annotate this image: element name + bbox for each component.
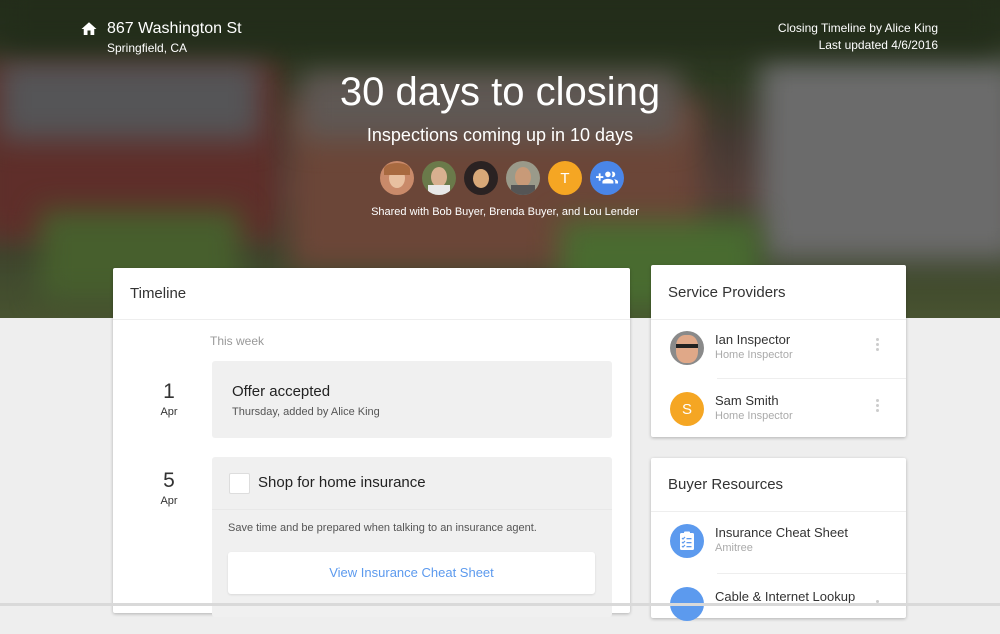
- resource-name: Cable & Internet Lookup: [715, 589, 856, 604]
- provider-avatar: [670, 331, 704, 365]
- avatar[interactable]: [464, 161, 498, 195]
- avatar[interactable]: [506, 161, 540, 195]
- event-subtitle: Thursday, added by Alice King: [232, 406, 380, 418]
- timeline-meta: Closing Timeline by Alice King Last upda…: [778, 20, 938, 54]
- timeline-author: Closing Timeline by Alice King: [777, 21, 938, 35]
- event-date: 1 Apr: [160, 380, 178, 418]
- avatar-initial[interactable]: T: [548, 161, 582, 195]
- event-shop-insurance: Shop for home insurance Save time and be…: [212, 457, 612, 617]
- inspections-subtitle: Inspections coming up in 10 days: [366, 125, 634, 145]
- avatar[interactable]: [422, 161, 456, 195]
- add-people-icon: [596, 171, 618, 184]
- resources-title: Buyer Resources: [651, 458, 906, 512]
- timeline-card: Timeline This week 1 Apr Offer accepted …: [113, 268, 630, 617]
- resource-item[interactable]: Insurance Cheat Sheet Amitree: [651, 511, 906, 571]
- event-title: Shop for home insurance: [258, 474, 426, 491]
- provider-item[interactable]: S Sam Smith Home Inspector: [651, 379, 906, 439]
- service-providers-card: Service Providers Ian Inspector Home Ins…: [651, 265, 906, 437]
- buyer-resources-card: Buyer Resources Insurance Cheat Sheet Am…: [651, 458, 906, 621]
- resource-icon-circle: [670, 524, 704, 558]
- provider-name: Ian Inspector: [715, 332, 791, 347]
- shared-avatars: T: [380, 161, 632, 195]
- avatar[interactable]: [380, 161, 414, 195]
- task-checkbox[interactable]: [229, 473, 250, 494]
- resource-source: Amitree: [715, 542, 753, 554]
- shared-with-text: Shared with Bob Buyer, Brenda Buyer, and…: [371, 206, 639, 218]
- more-options-icon[interactable]: [875, 338, 881, 353]
- event-date: 5 Apr: [160, 469, 178, 507]
- provider-name: Sam Smith: [715, 393, 779, 408]
- provider-item[interactable]: Ian Inspector Home Inspector: [651, 318, 906, 378]
- address-block: 867 Washington St Springfield, CA: [80, 20, 242, 55]
- resource-name: Insurance Cheat Sheet: [715, 525, 848, 540]
- event-offer-accepted[interactable]: Offer accepted Thursday, added by Alice …: [212, 361, 612, 438]
- view-cheat-sheet-button[interactable]: View Insurance Cheat Sheet: [228, 552, 595, 594]
- more-options-icon[interactable]: [875, 399, 881, 414]
- provider-avatar: S: [670, 392, 704, 426]
- address-city: Springfield, CA: [107, 41, 188, 55]
- provider-role: Home Inspector: [715, 410, 793, 422]
- address-street: 867 Washington St: [107, 20, 242, 37]
- event-description: Save time and be prepared when talking t…: [228, 522, 537, 534]
- section-label: This week: [210, 334, 265, 348]
- provider-role: Home Inspector: [715, 349, 793, 361]
- last-updated: Last updated 4/6/2016: [818, 38, 938, 52]
- home-icon: [81, 22, 97, 35]
- event-title: Offer accepted: [232, 383, 331, 400]
- providers-title: Service Providers: [651, 265, 906, 320]
- timeline-title: Timeline: [113, 268, 630, 320]
- clipboard-checklist-icon: [680, 531, 694, 550]
- days-to-closing-title: 30 days to closing: [339, 70, 661, 114]
- add-people-button[interactable]: [590, 161, 624, 195]
